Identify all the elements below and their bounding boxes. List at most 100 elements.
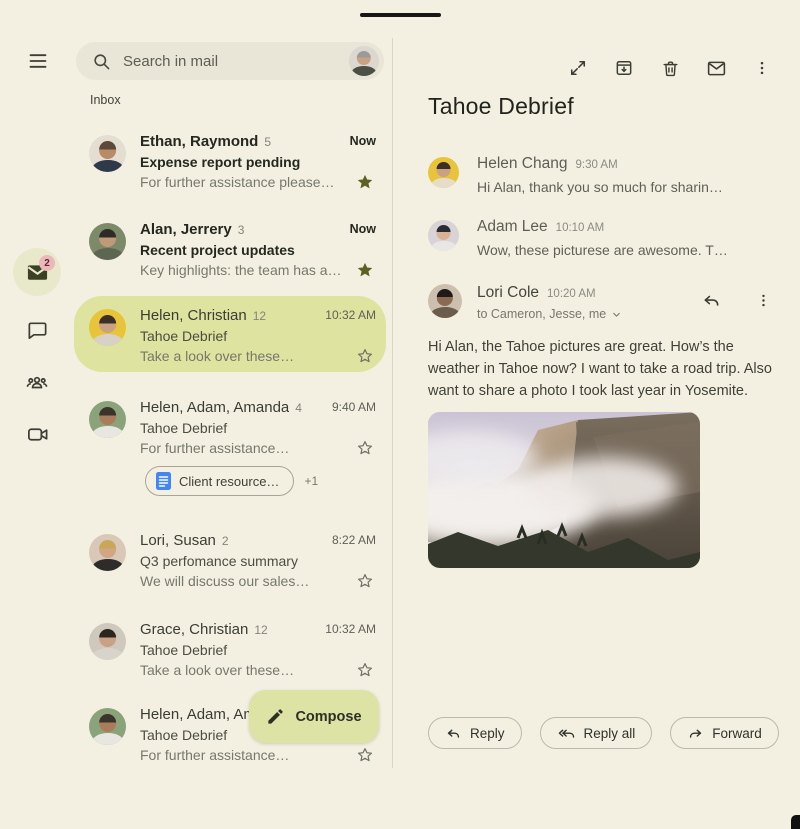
- email-subject: Tahoe Debrief: [140, 328, 228, 344]
- email-count: 12: [252, 309, 267, 323]
- reply-button[interactable]: [699, 288, 723, 312]
- forward-icon: [690, 729, 702, 738]
- compose-button[interactable]: Compose: [249, 690, 379, 743]
- email-row[interactable]: Helen, Adam, Amanda 4 Tahoe Debrief For f…: [74, 399, 386, 461]
- message-collapsed[interactable]: Adam Lee 10:10 AM Wow, these picturese ar…: [428, 218, 775, 258]
- attachment-label: Client resource…: [179, 473, 280, 489]
- spaces-icon: [26, 376, 48, 389]
- email-subject: Recent project updates: [140, 242, 295, 258]
- recipients-label: to Cameron, Jesse, me: [477, 307, 607, 321]
- reply-all-icon: [558, 729, 574, 738]
- star-icon[interactable]: [356, 173, 374, 191]
- email-subject: Expense report pending: [140, 154, 301, 170]
- star-outline-icon[interactable]: [356, 347, 374, 365]
- archive-icon: [616, 61, 632, 75]
- envelope-icon: [707, 61, 725, 75]
- message-avatar: [428, 157, 459, 188]
- message-avatar: [428, 220, 459, 251]
- sidebar-item-chat[interactable]: [13, 306, 61, 354]
- star-outline-icon[interactable]: [356, 572, 374, 590]
- forward-button[interactable]: Forward: [670, 717, 779, 749]
- email-row-selected[interactable]: Helen, Christian 12 Tahoe Debrief Take a …: [74, 307, 386, 369]
- more-options-button[interactable]: [750, 56, 774, 80]
- document-icon: [156, 472, 171, 490]
- message-from: Adam Lee: [477, 218, 548, 235]
- videocam-icon: [27, 427, 47, 441]
- star-outline-icon[interactable]: [356, 661, 374, 679]
- attachment-extra-count[interactable]: +1: [304, 474, 318, 488]
- email-row[interactable]: Alan, Jerrery 3 Recent project updates Ke…: [74, 221, 386, 283]
- star-outline-icon[interactable]: [356, 439, 374, 457]
- sidebar-item-meet[interactable]: [13, 410, 61, 458]
- menu-button[interactable]: [23, 48, 53, 74]
- sender-avatar: [89, 401, 126, 438]
- email-count: 4: [295, 401, 302, 415]
- sender-avatar: [89, 534, 126, 571]
- email-sender: Helen, Adam, Amanda: [140, 399, 290, 416]
- email-time: 10:32 AM: [325, 308, 376, 322]
- account-avatar[interactable]: [349, 46, 379, 76]
- reply-icon: [447, 729, 460, 738]
- email-count: 3: [237, 223, 245, 237]
- email-sender: Alan, Jerrery: [140, 221, 232, 238]
- message-avatar: [428, 284, 462, 318]
- message-time: 10:20 AM: [547, 288, 596, 300]
- thread-title: Tahoe Debrief: [428, 93, 574, 119]
- expand-icon: [570, 60, 586, 76]
- star-outline-icon[interactable]: [356, 746, 374, 764]
- delete-button[interactable]: [658, 56, 682, 80]
- sender-avatar: [89, 309, 126, 346]
- email-time: Now: [349, 134, 376, 148]
- email-sender: Ethan, Raymond: [140, 133, 259, 150]
- email-sender: Helen, Christian: [140, 307, 247, 324]
- expand-button[interactable]: [566, 56, 590, 80]
- reply-label: Reply: [470, 725, 505, 741]
- pane-divider: [392, 38, 393, 768]
- email-time: 8:22 AM: [331, 533, 376, 547]
- sidebar-item-mail[interactable]: 2: [13, 248, 61, 296]
- sender-avatar: [89, 223, 126, 260]
- message-body: Hi Alan, the Tahoe pictures are great. H…: [428, 339, 772, 399]
- reply-all-label: Reply all: [583, 725, 636, 741]
- email-snippet: For further assistance…: [140, 747, 290, 763]
- email-row[interactable]: Lori, Susan 2 Q3 perfomance summary We wi…: [74, 532, 386, 594]
- email-time: Now: [349, 222, 376, 236]
- message-time: 10:10 AM: [555, 222, 605, 234]
- reply-all-button[interactable]: Reply all: [539, 717, 653, 749]
- chat-icon: [27, 321, 47, 339]
- compose-label: Compose: [295, 708, 362, 725]
- email-count: 5: [264, 135, 272, 149]
- search-input[interactable]: Search in mail: [76, 42, 384, 80]
- email-snippet: We will discuss our sales…: [140, 573, 310, 589]
- hamburger-icon: [29, 54, 47, 68]
- message-collapsed[interactable]: Helen Chang 9:30 AM Hi Alan, thank you so…: [428, 155, 775, 195]
- email-subject: Q3 perfomance summary: [140, 553, 298, 569]
- camera-bar: [360, 13, 441, 17]
- star-icon[interactable]: [356, 261, 374, 279]
- more-vert-icon: [760, 61, 764, 75]
- message-expanded-header: Lori Cole 10:20 AM to Cameron, Jesse, me: [428, 284, 775, 321]
- mark-unread-button[interactable]: [704, 56, 728, 80]
- email-row[interactable]: Ethan, Raymond 5 Expense report pending F…: [74, 133, 386, 195]
- more-vert-icon: [761, 294, 765, 306]
- sidebar-item-spaces[interactable]: [13, 358, 61, 406]
- trash-icon: [662, 60, 678, 76]
- message-more-button[interactable]: [751, 288, 775, 312]
- email-snippet: Take a look over these…: [140, 662, 295, 678]
- archive-button[interactable]: [612, 56, 636, 80]
- search-placeholder: Search in mail: [123, 52, 219, 70]
- sender-avatar: [89, 623, 126, 660]
- email-row[interactable]: Grace, Christian 12 Tahoe Debrief Take a …: [74, 621, 386, 683]
- email-count: 12: [254, 623, 268, 637]
- email-sender: Grace, Christian: [140, 621, 249, 638]
- reply-button[interactable]: Reply: [428, 717, 522, 749]
- email-time: 10:32 AM: [325, 622, 376, 636]
- email-snippet: Key highlights: the team has a…: [140, 262, 342, 278]
- yosemite-photo[interactable]: [428, 412, 700, 568]
- email-subject: Tahoe Debrief: [140, 420, 228, 436]
- reply-icon: [704, 295, 718, 306]
- sender-avatar: [89, 708, 126, 745]
- attachment-chip[interactable]: Client resource…: [145, 466, 295, 496]
- pencil-icon: [268, 709, 284, 724]
- unread-badge: 2: [39, 255, 55, 271]
